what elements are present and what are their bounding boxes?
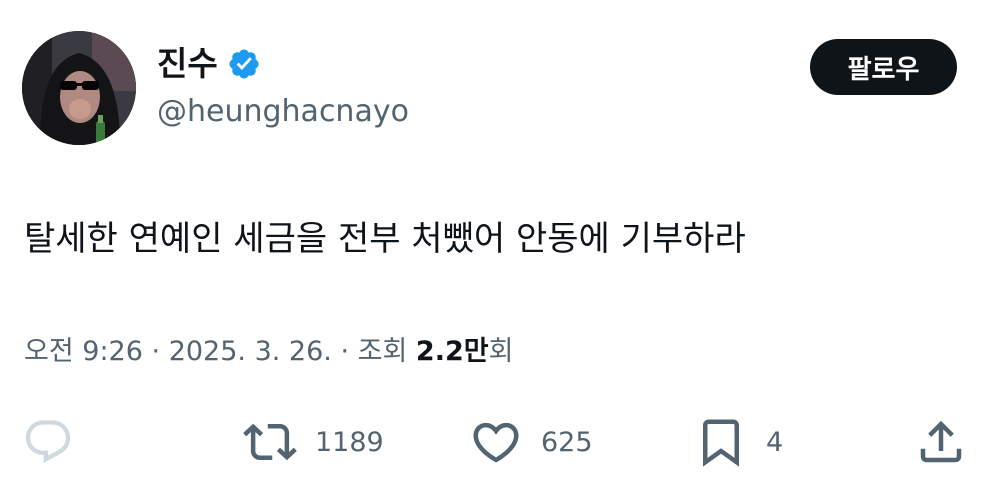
retweet-count: 1189 (315, 426, 384, 458)
tweet-meta: 오전 9:26 · 2025. 3. 26. · 조회 2.2만회 (24, 332, 513, 372)
action-bar: 1189 625 4 (0, 414, 1000, 470)
verified-badge-icon[interactable] (227, 47, 261, 81)
display-name[interactable]: 진수 (157, 40, 218, 88)
bookmark-count: 4 (766, 426, 784, 458)
reply-icon (22, 416, 74, 468)
views-suffix: 회 (488, 336, 514, 367)
share-button[interactable] (914, 414, 968, 470)
views-count: 2.2만 (415, 336, 489, 367)
author-handle[interactable]: @heunghacnayo (157, 92, 409, 132)
bookmark-button[interactable]: 4 (694, 414, 783, 470)
tweet-date[interactable]: 2025. 3. 26. (169, 336, 332, 367)
avatar[interactable] (22, 31, 136, 145)
retweet-icon (243, 415, 297, 469)
follow-button[interactable]: 팔로우 (810, 39, 957, 95)
share-icon (914, 415, 968, 469)
tweet-text: 탈세한 연예인 세금을 전부 처뺐어 안동에 기부하라 (24, 219, 746, 259)
retweet-button[interactable]: 1189 (243, 414, 384, 470)
bookmark-icon (694, 415, 748, 469)
like-count: 625 (541, 426, 593, 458)
meta-separator: · (151, 336, 161, 367)
views-label: 조회 (357, 336, 408, 367)
reply-button[interactable] (22, 414, 92, 470)
avatar-image (22, 31, 136, 145)
meta-separator: · (340, 336, 350, 367)
heart-icon (469, 415, 523, 469)
author-name-row: 진수 (157, 40, 261, 88)
tweet-time[interactable]: 오전 9:26 (24, 336, 143, 367)
like-button[interactable]: 625 (469, 414, 593, 470)
